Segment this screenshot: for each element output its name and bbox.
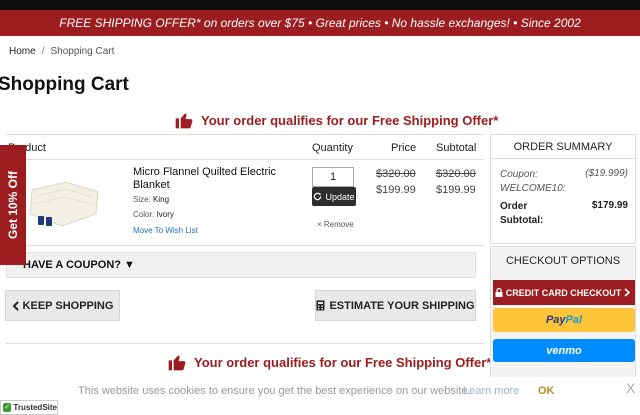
top-strip <box>0 0 640 10</box>
color-label: Color: <box>133 210 155 219</box>
chevron-right-icon <box>624 288 631 297</box>
discount-side-tab-label: Get 10% Off <box>6 170 20 240</box>
coupon-value: ($19.999) <box>585 168 628 179</box>
move-to-wishlist-link[interactable]: Move To Wish List <box>133 226 198 235</box>
subtotal-original: $320.00 <box>436 168 476 180</box>
size-label: Size: <box>133 195 151 204</box>
cart-table-header: Product Quantity Price Subtotal <box>6 134 484 160</box>
price-sale: $199.99 <box>376 184 416 196</box>
order-summary-title: ORDER SUMMARY <box>491 135 635 159</box>
price-original: $320.00 <box>376 168 416 180</box>
venmo-button[interactable]: venmo <box>493 339 635 362</box>
subtotal-sale: $199.99 <box>436 184 476 196</box>
paypal-logo-pal: Pal <box>565 314 583 326</box>
refresh-icon <box>314 192 322 201</box>
free-shipping-message-text: Your order qualifies for our Free Shippi… <box>194 354 492 370</box>
discount-side-tab[interactable]: Get 10% Off <box>0 145 26 265</box>
cookie-banner: This website uses cookies to ensure you … <box>0 377 640 415</box>
cart-item-row: Micro Flannel Quilted Electric Blanket S… <box>6 160 484 246</box>
header-subtotal: Subtotal <box>436 142 477 154</box>
page-title: Shopping Cart <box>0 74 129 95</box>
estimate-shipping-label: ESTIMATE YOUR SHIPPING <box>329 299 475 312</box>
subtotal-cell: $320.00 $199.99 <box>436 168 476 196</box>
cookie-ok-button[interactable]: OK <box>538 385 555 397</box>
breadcrumb: Home / Shopping Cart <box>9 46 114 57</box>
quantity-input[interactable] <box>312 167 354 187</box>
header-quantity: Quantity <box>312 142 353 154</box>
lock-icon <box>495 288 503 297</box>
color-value: Ivory <box>156 210 174 219</box>
breadcrumb-home-link[interactable]: Home <box>9 46 36 57</box>
update-label: Update <box>325 191 355 202</box>
coupon-toggle[interactable]: HAVE A COUPON? ▼ <box>6 252 476 278</box>
order-subtotal-label: Order Subtotal: <box>500 200 543 228</box>
cookie-text: This website uses cookies to ensure you … <box>78 385 471 397</box>
order-subtotal-value: $179.99 <box>591 200 628 211</box>
thumbs-up-icon <box>168 355 186 371</box>
order-summary-panel: ORDER SUMMARY Coupon: WELCOME10: ($19.999… <box>490 134 636 244</box>
trusted-site-label: TrustedSite <box>13 403 57 412</box>
free-shipping-message-text: Your order qualifies for our Free Shippi… <box>201 112 499 128</box>
credit-card-checkout-button[interactable]: CREDIT CARD CHECKOUT <box>493 280 635 305</box>
paypal-button[interactable]: Pay Pal <box>493 308 635 332</box>
size-value: King <box>153 195 170 204</box>
breadcrumb-current: Shopping Cart <box>50 46 115 57</box>
free-shipping-message: Your order qualifies for our Free Shippi… <box>174 110 498 130</box>
product-size: Size: King <box>133 195 169 204</box>
product-color: Color: Ivory <box>133 210 174 219</box>
product-name-link[interactable]: Micro Flannel Quilted Electric Blanket <box>133 166 293 192</box>
checkmark-icon: ✓ <box>3 403 12 412</box>
cookie-close-button[interactable]: X <box>626 380 635 396</box>
coupon-code: WELCOME10: <box>500 183 566 194</box>
estimate-shipping-button[interactable]: ESTIMATE YOUR SHIPPING <box>315 290 476 321</box>
chevron-left-icon <box>12 300 19 311</box>
keep-shopping-button[interactable]: KEEP SHOPPING <box>5 290 120 321</box>
header-price: Price <box>391 142 417 154</box>
promo-banner: FREE SHIPPING OFFER* on orders over $75 … <box>0 10 640 36</box>
checkout-options-title: CHECKOUT OPTIONS <box>505 255 621 267</box>
coupon-label-block: Coupon: WELCOME10: <box>500 168 566 196</box>
trusted-site-badge[interactable]: ✓ TrustedSite <box>0 400 58 415</box>
coupon-label: Coupon: <box>500 169 538 180</box>
paypal-logo-pay: Pay <box>545 314 566 326</box>
product-image[interactable] <box>26 170 102 236</box>
free-shipping-message-bottom: Your order qualifies for our Free Shippi… <box>167 352 491 372</box>
keep-shopping-label: KEEP SHOPPING <box>22 299 114 312</box>
update-button[interactable]: Update <box>312 187 356 206</box>
divider <box>6 343 484 344</box>
checkout-options-panel: CHECKOUT OPTIONS CREDIT CARD CHECKOUT Pa… <box>490 246 636 386</box>
cookie-learn-more-link[interactable]: Learn more <box>463 385 519 397</box>
credit-card-checkout-label: CREDIT CARD CHECKOUT <box>505 287 622 298</box>
calculator-icon <box>316 300 325 311</box>
order-label-line1: Order <box>500 201 528 212</box>
remove-link[interactable]: × Remove <box>317 220 354 229</box>
order-label-line2: Subtotal: <box>500 215 544 226</box>
price-cell: $320.00 $199.99 <box>376 168 416 196</box>
thumbs-up-icon <box>175 113 193 129</box>
breadcrumb-separator: / <box>41 46 45 57</box>
